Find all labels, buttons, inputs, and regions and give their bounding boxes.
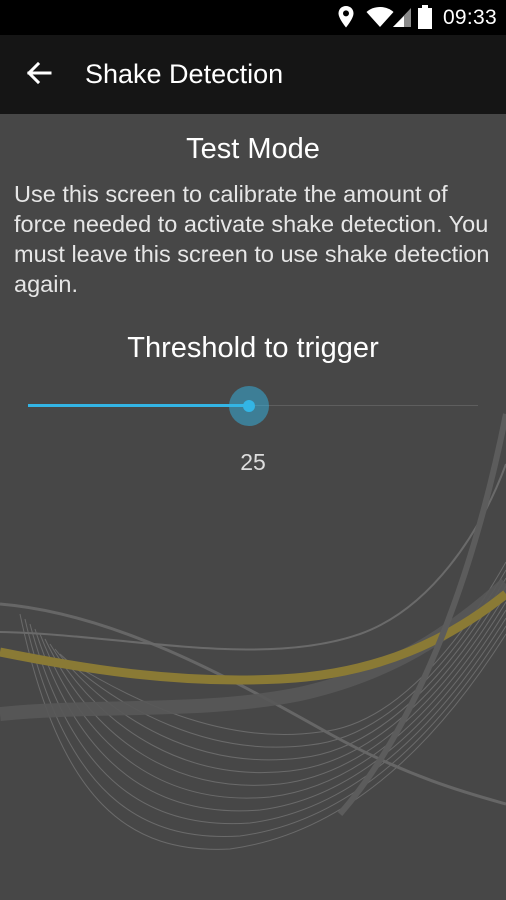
slider-value: 25 xyxy=(240,449,266,475)
battery-icon xyxy=(418,5,432,34)
status-bar: 09:33 xyxy=(0,0,506,35)
description-text: Use this screen to calibrate the amount … xyxy=(14,181,490,297)
section-heading: Test Mode xyxy=(186,133,320,165)
slider-fill xyxy=(28,404,249,407)
page-title: Shake Detection xyxy=(85,59,284,89)
cell-signal-icon xyxy=(392,6,412,33)
location-icon xyxy=(337,5,355,34)
wifi-icon xyxy=(366,6,394,33)
slider-thumb-center xyxy=(242,400,255,412)
arrow-back-icon xyxy=(26,61,52,90)
status-time: 09:33 xyxy=(442,6,497,29)
app-toolbar: Shake Detection xyxy=(0,35,506,114)
threshold-slider[interactable] xyxy=(28,386,478,426)
back-button[interactable] xyxy=(14,50,64,100)
slider-label: Threshold to trigger xyxy=(127,332,379,364)
slider-thumb[interactable] xyxy=(228,386,269,426)
